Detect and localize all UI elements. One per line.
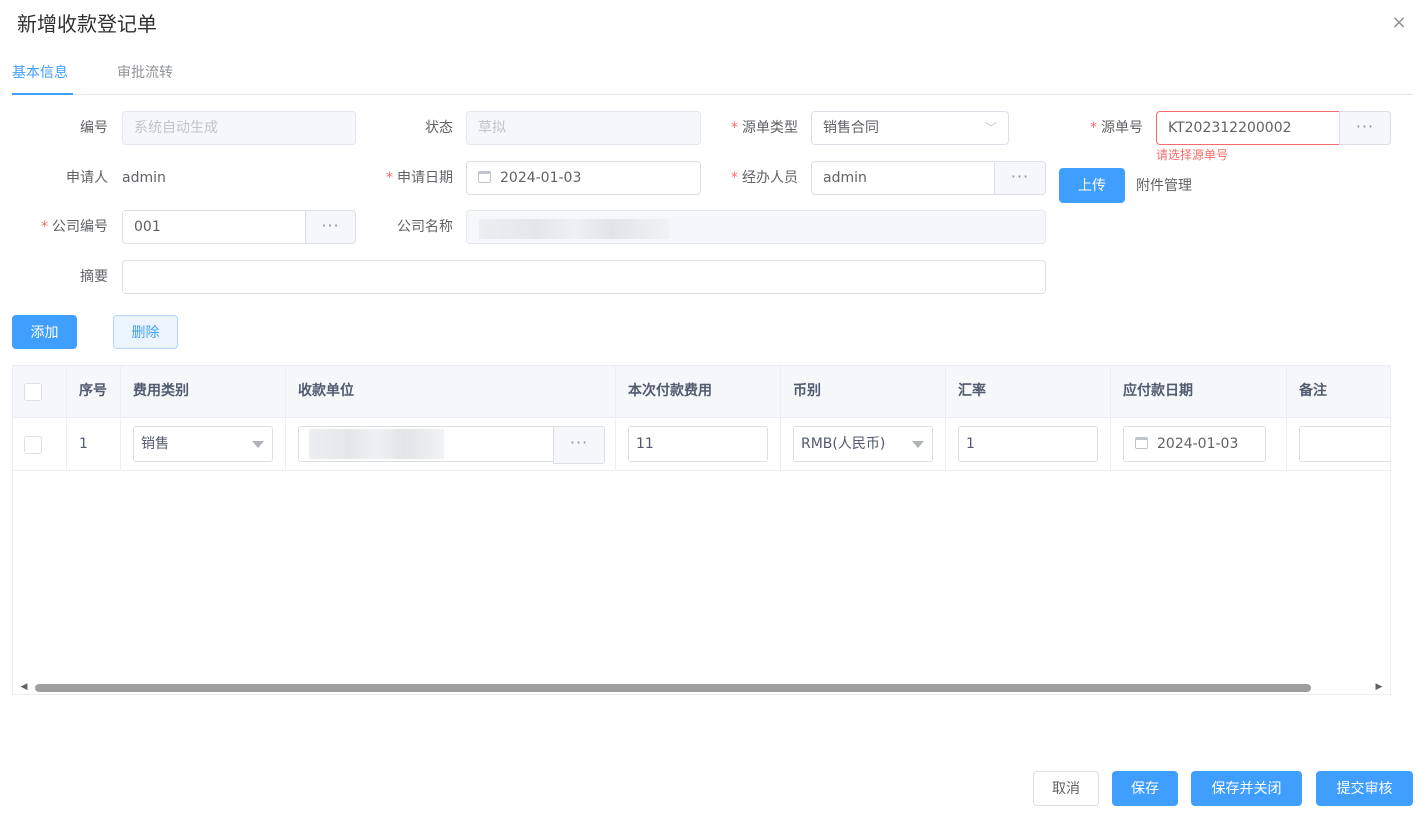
tab-approval-flow[interactable]: 审批流转	[117, 63, 173, 83]
handler-label-text: 经办人员	[742, 170, 798, 186]
applicant-value: admin	[122, 170, 166, 186]
apply-date-value: 2024-01-03	[500, 170, 582, 186]
table-row: 1 销售 ··· 11 RMB(人民币) 1 2024-01-03	[13, 418, 1390, 471]
calendar-icon	[1135, 437, 1148, 449]
column-header: 收款单位	[286, 366, 616, 417]
source-no-label: * 源单号	[1050, 111, 1143, 145]
scroll-right-icon[interactable]: ▶	[1374, 682, 1384, 692]
currency-select[interactable]: RMB(人民币)	[793, 426, 933, 462]
row-select-cell	[13, 418, 67, 470]
summary-input[interactable]	[122, 260, 1046, 294]
payee-cell: ···	[286, 418, 616, 470]
horizontal-scrollbar[interactable]: ◀ ▶	[13, 680, 1390, 694]
column-header: 汇率	[946, 366, 1111, 417]
currency-cell: RMB(人民币)	[781, 418, 946, 470]
redacted-text	[309, 429, 444, 459]
apply-date-label-text: 申请日期	[397, 170, 453, 186]
status-input: 草拟	[466, 111, 701, 145]
save-and-close-button[interactable]: 保存并关闭	[1191, 771, 1302, 806]
dropdown-triangle-icon	[912, 441, 924, 448]
cancel-button[interactable]: 取消	[1033, 771, 1099, 806]
dialog-title: 新增收款登记单	[17, 12, 157, 36]
column-header: 本次付款费用	[616, 366, 781, 417]
tab-basic-info[interactable]: 基本信息	[12, 63, 68, 83]
handler-picker-button[interactable]: ···	[994, 161, 1046, 195]
close-icon[interactable]: ×	[1388, 12, 1410, 34]
code-label: 编号	[80, 120, 108, 136]
code-input: 系统自动生成	[122, 111, 356, 145]
currency-value: RMB(人民币)	[801, 436, 886, 452]
save-button[interactable]: 保存	[1112, 771, 1178, 806]
company-code-label-text: 公司编号	[52, 219, 108, 235]
rate-input[interactable]: 1	[958, 426, 1098, 462]
column-header: 序号	[67, 366, 121, 417]
source-type-select[interactable]: 销售合同 ﹀	[811, 111, 1009, 145]
attachment-manage-link[interactable]: 附件管理	[1136, 169, 1192, 203]
status-label: 状态	[425, 120, 453, 136]
column-header: 币别	[781, 366, 946, 417]
add-row-button[interactable]: 添加	[12, 315, 77, 349]
company-code-input[interactable]: 001	[122, 210, 306, 244]
payee-input[interactable]	[298, 426, 554, 462]
company-name-input	[466, 210, 1046, 244]
delete-row-button[interactable]: 删除	[113, 315, 178, 349]
scroll-left-icon[interactable]: ◀	[19, 682, 29, 692]
company-code-label: * 公司编号	[10, 210, 108, 244]
column-header: 费用类别	[121, 366, 286, 417]
row-checkbox[interactable]	[24, 436, 42, 454]
header-select-cell	[13, 366, 67, 417]
summary-label: 摘要	[80, 269, 108, 285]
tabs-divider	[12, 94, 1413, 95]
redacted-text	[479, 219, 669, 239]
company-name-label: 公司名称	[397, 219, 453, 235]
required-mark: *	[731, 120, 738, 136]
fee-type-cell: 销售	[121, 418, 286, 470]
apply-date-picker[interactable]: 2024-01-03	[466, 161, 701, 195]
remark-cell	[1287, 418, 1390, 470]
upload-button[interactable]: 上传	[1059, 168, 1125, 203]
required-mark: *	[731, 170, 738, 186]
row-index: 1	[67, 418, 121, 470]
fee-table: 序号 费用类别 收款单位 本次付款费用 币别 汇率 应付款日期 备注 1 销售 …	[12, 365, 1391, 695]
scrollbar-thumb[interactable]	[35, 684, 1311, 692]
amount-cell: 11	[616, 418, 781, 470]
applicant-label: 申请人	[66, 170, 108, 186]
apply-date-label: * 申请日期	[355, 161, 453, 195]
fee-type-select[interactable]: 销售	[133, 426, 273, 462]
calendar-icon	[478, 171, 491, 183]
handler-label: * 经办人员	[700, 161, 798, 195]
required-mark: *	[41, 219, 48, 235]
handler-input[interactable]: admin	[811, 161, 995, 195]
table-header: 序号 费用类别 收款单位 本次付款费用 币别 汇率 应付款日期 备注	[13, 366, 1390, 418]
amount-input[interactable]: 11	[628, 426, 768, 462]
required-mark: *	[1090, 120, 1097, 136]
column-header: 备注	[1299, 383, 1327, 399]
source-type-label: * 源单类型	[700, 111, 798, 145]
active-tab-indicator	[12, 93, 73, 95]
due-date-picker[interactable]: 2024-01-03	[1123, 426, 1266, 462]
submit-review-button[interactable]: 提交审核	[1316, 771, 1413, 806]
due-date-value: 2024-01-03	[1157, 436, 1239, 452]
chevron-down-icon: ﹀	[984, 121, 997, 135]
required-mark: *	[386, 170, 393, 186]
source-type-value: 销售合同	[823, 120, 879, 136]
source-no-label-text: 源单号	[1101, 120, 1143, 136]
due-date-cell: 2024-01-03	[1111, 418, 1287, 470]
fee-type-value: 销售	[141, 436, 169, 452]
company-code-picker-button[interactable]: ···	[305, 210, 356, 244]
rate-cell: 1	[946, 418, 1111, 470]
source-no-error: 请选择源单号	[1156, 148, 1229, 162]
source-type-label-text: 源单类型	[742, 120, 798, 136]
column-header: 应付款日期	[1111, 366, 1287, 417]
source-no-input[interactable]: KT202312200002	[1156, 111, 1340, 145]
select-all-checkbox[interactable]	[24, 383, 42, 401]
dropdown-triangle-icon	[252, 441, 264, 448]
remark-input[interactable]	[1299, 426, 1390, 462]
payee-picker-button[interactable]: ···	[553, 426, 605, 464]
source-no-picker-button[interactable]: ···	[1339, 111, 1391, 145]
